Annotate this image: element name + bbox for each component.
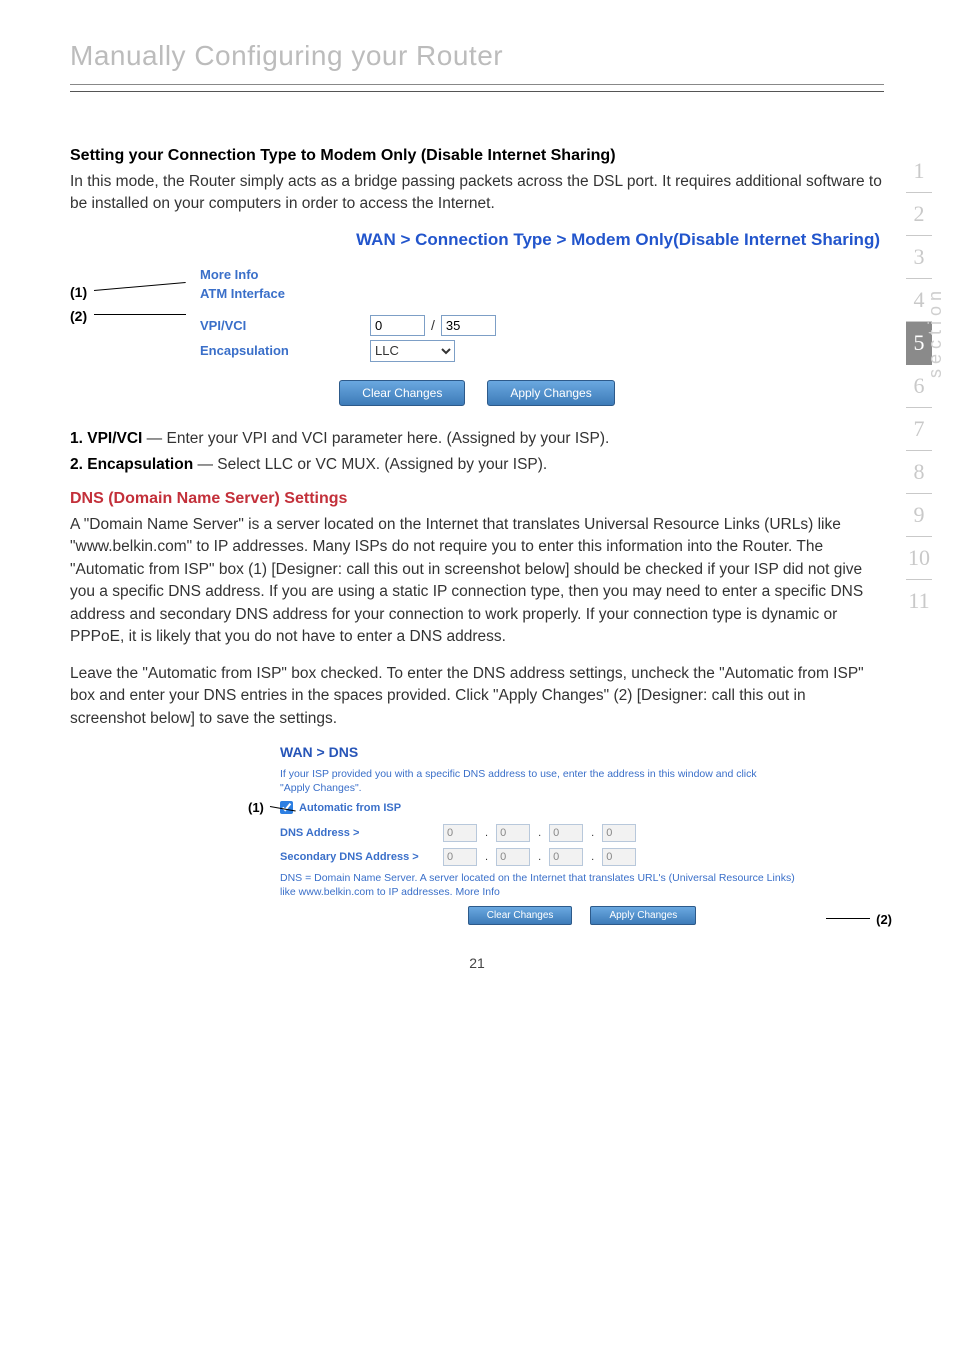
vci-input[interactable] xyxy=(441,315,496,336)
rail-item-11[interactable]: 11 xyxy=(906,580,932,622)
dns-button-row: Clear Changes Apply Changes xyxy=(280,906,884,925)
dns-callout-1: (1) xyxy=(248,800,264,815)
sec-dns-oct4[interactable] xyxy=(602,848,636,866)
dns-clear-changes-button[interactable]: Clear Changes xyxy=(468,906,573,925)
sec-dns-oct2[interactable] xyxy=(496,848,530,866)
dns-addr-oct4[interactable] xyxy=(602,824,636,842)
dns-body-1: A "Domain Name Server" is a server locat… xyxy=(70,514,884,649)
callout-line-1 xyxy=(94,282,186,291)
dns-footer-note: DNS = Domain Name Server. A server locat… xyxy=(280,872,800,899)
wan-breadcrumb: WAN > Connection Type > Modem Only(Disab… xyxy=(70,230,884,250)
more-info-link-2[interactable]: More Info xyxy=(455,886,499,898)
sec-dns-oct3[interactable] xyxy=(549,848,583,866)
callout-1: (1) xyxy=(70,284,87,300)
apply-changes-button[interactable]: Apply Changes xyxy=(487,380,614,406)
vpi-vci-slash: / xyxy=(431,317,435,333)
section-rail: section 1 2 3 4 5 6 7 8 9 10 11 xyxy=(898,150,940,622)
button-row: Clear Changes Apply Changes xyxy=(70,380,884,406)
dns-callout-2: (2) xyxy=(876,912,892,927)
vpi-vci-label: VPI/VCI xyxy=(200,318,370,333)
rail-item-3[interactable]: 3 xyxy=(906,236,932,279)
dns-address-label: DNS Address > xyxy=(280,827,435,839)
more-info-link[interactable]: More Info xyxy=(200,267,259,282)
callout-2: (2) xyxy=(70,308,87,324)
dns-body-2: Leave the "Automatic from ISP" box check… xyxy=(70,663,884,730)
clear-changes-button[interactable]: Clear Changes xyxy=(339,380,465,406)
section-label: section xyxy=(925,286,946,378)
wan-dns-breadcrumb: WAN > DNS xyxy=(280,744,884,760)
rail-item-10[interactable]: 10 xyxy=(906,537,932,580)
encapsulation-description: 2. Encapsulation — Select LLC or VC MUX.… xyxy=(70,456,884,474)
rail-item-9[interactable]: 9 xyxy=(906,494,932,537)
rail-item-1[interactable]: 1 xyxy=(906,150,932,193)
dns-addr-oct3[interactable] xyxy=(549,824,583,842)
dns-callout-line-2 xyxy=(826,918,870,919)
encapsulation-select[interactable]: LLC xyxy=(370,340,455,362)
sec-dns-oct1[interactable] xyxy=(443,848,477,866)
rail-item-2[interactable]: 2 xyxy=(906,193,932,236)
atm-interface-block: (1) (2) More Info ATM Interface VPI/VCI … xyxy=(70,266,884,362)
divider xyxy=(70,91,884,92)
vpi-vci-description: 1. VPI/VCI — Enter your VPI and VCI para… xyxy=(70,430,884,448)
atm-interface-label: ATM Interface xyxy=(200,286,884,301)
dns-addr-oct2[interactable] xyxy=(496,824,530,842)
dns-heading: DNS (Domain Name Server) Settings xyxy=(70,490,884,508)
page-number: 21 xyxy=(70,955,884,971)
rail-item-7[interactable]: 7 xyxy=(906,408,932,451)
dns-settings-block: (1) WAN > DNS If your ISP provided you w… xyxy=(280,744,884,925)
dns-apply-changes-button[interactable]: Apply Changes xyxy=(590,906,696,925)
callout-line-2 xyxy=(94,314,186,315)
automatic-from-isp-label: Automatic from ISP xyxy=(299,802,401,814)
encapsulation-label: Encapsulation xyxy=(200,343,370,358)
section1-heading: Setting your Connection Type to Modem On… xyxy=(70,147,884,165)
rail-item-8[interactable]: 8 xyxy=(906,451,932,494)
secondary-dns-label: Secondary DNS Address > xyxy=(280,851,435,863)
section1-body: In this mode, the Router simply acts as … xyxy=(70,171,884,216)
vpi-input[interactable] xyxy=(370,315,425,336)
dns-addr-oct1[interactable] xyxy=(443,824,477,842)
dns-instruction: If your ISP provided you with a specific… xyxy=(280,768,780,795)
page-title: Manually Configuring your Router xyxy=(70,40,884,85)
